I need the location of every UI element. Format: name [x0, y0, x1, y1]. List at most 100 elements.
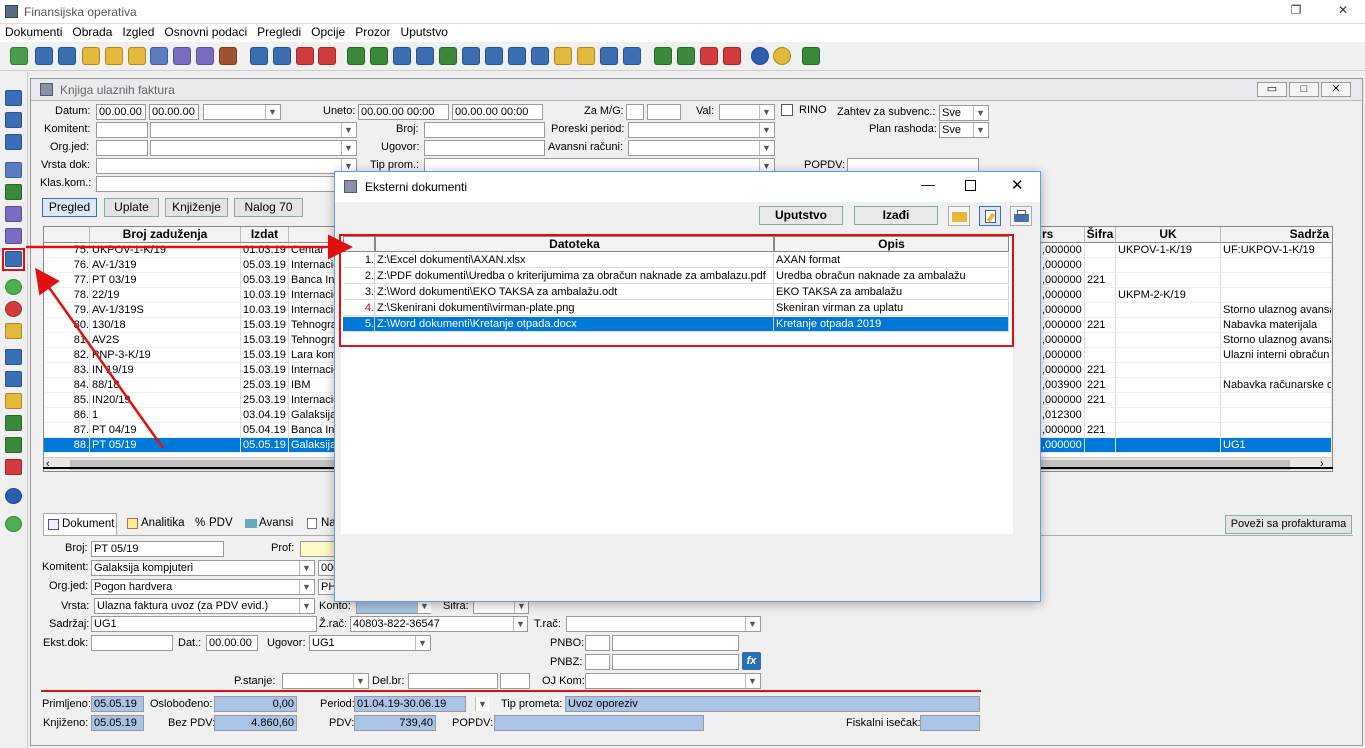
find-icon[interactable]	[531, 47, 549, 65]
restore-icon[interactable]: ❐	[1286, 3, 1306, 19]
chevron-down-icon[interactable]: ▼	[299, 580, 313, 594]
menu-uputstvo[interactable]: Uputstvo	[396, 24, 453, 40]
col-header-rs[interactable]: rs	[1040, 227, 1085, 243]
izadji-button[interactable]: Izađi	[854, 206, 938, 225]
tag-icon[interactable]	[554, 47, 572, 65]
save-all-icon[interactable]	[58, 47, 76, 65]
chevron-down-icon[interactable]: ▼	[745, 617, 759, 631]
import-icon[interactable]	[273, 47, 291, 65]
chevron-down-icon[interactable]: ▼	[973, 123, 987, 137]
menu-dokumenti[interactable]: Dokumenti	[0, 24, 67, 40]
calendar-icon[interactable]	[296, 47, 314, 65]
klas-kom-input[interactable]	[96, 176, 357, 192]
detail-pnbz-model[interactable]	[585, 654, 610, 670]
menu-osnovni-podaci[interactable]: Osnovni podaci	[159, 24, 252, 40]
zamg-g-input[interactable]	[647, 104, 681, 120]
help-icon[interactable]	[5, 488, 22, 504]
db-icon[interactable]	[150, 47, 168, 65]
dialog-minimize-icon[interactable]: —	[921, 176, 935, 192]
chevron-down-icon[interactable]: ▼	[759, 123, 773, 137]
filter-icon[interactable]	[5, 393, 22, 409]
save-icon[interactable]	[5, 90, 22, 106]
upload-icon[interactable]	[439, 47, 457, 65]
help-icon[interactable]	[751, 47, 769, 65]
chevron-down-icon[interactable]: ▼	[745, 674, 759, 688]
detail-zrac-select[interactable]: 40803-822-36547	[350, 616, 528, 632]
detail-pnbz-input[interactable]	[612, 654, 739, 670]
copy-doc-icon[interactable]	[5, 134, 22, 150]
key-icon[interactable]	[508, 47, 526, 65]
chevron-down-icon[interactable]: ▼	[759, 141, 773, 155]
new-doc-icon[interactable]	[10, 47, 28, 65]
detail-pnbo-input[interactable]	[612, 635, 739, 651]
pregled-button[interactable]: Pregled	[42, 198, 97, 217]
detail-orgjed-select[interactable]: Pogon hardvera	[91, 579, 315, 595]
broj-input[interactable]	[424, 122, 545, 138]
nalog-70-button[interactable]: Nalog 70	[234, 198, 303, 217]
col-header-sifra[interactable]: Šifra	[1085, 227, 1116, 243]
col-header-sadrzaj[interactable]: Sadrža	[1221, 227, 1332, 243]
rino-checkbox[interactable]	[781, 104, 793, 116]
orgjed-name-select[interactable]	[150, 140, 357, 156]
heart-icon[interactable]	[318, 47, 336, 65]
save-icon[interactable]	[35, 47, 53, 65]
chart-icon[interactable]	[370, 47, 388, 65]
col-header-izdat[interactable]: Izdat	[241, 227, 289, 243]
komitent-code-input[interactable]	[96, 122, 148, 138]
filter-icon[interactable]	[393, 47, 411, 65]
grid-alt-icon[interactable]	[677, 47, 695, 65]
chevron-down-icon[interactable]: ▼	[415, 636, 429, 650]
external-documents-icon[interactable]	[5, 251, 22, 267]
datum-to-input[interactable]: 00.00.00	[149, 104, 199, 120]
export-icon[interactable]	[250, 47, 268, 65]
chevron-down-icon[interactable]: ▼	[513, 617, 527, 631]
go-icon[interactable]	[5, 516, 22, 532]
tab-dokument[interactable]: Dokument	[43, 513, 117, 535]
close-button[interactable]: ✕	[1321, 82, 1351, 97]
uneto-from-input[interactable]: 00.00.00 00:00	[358, 104, 449, 120]
report-icon[interactable]	[196, 47, 214, 65]
add-icon[interactable]	[5, 279, 22, 295]
menu-pregledi[interactable]: Pregledi	[252, 24, 306, 40]
tab-pdv[interactable]: % PDV	[191, 513, 235, 535]
close-icon[interactable]: ✕	[1333, 3, 1353, 19]
col-header-broj[interactable]: Broj zaduženja	[90, 227, 241, 243]
print-list-icon[interactable]	[5, 184, 22, 200]
uplate-button[interactable]: Uplate	[104, 198, 159, 217]
knjizenje-button[interactable]: Knjiženje	[165, 198, 228, 217]
folder-icon[interactable]	[577, 47, 595, 65]
ugovor-input[interactable]	[424, 140, 545, 156]
chevron-down-icon[interactable]: ▼	[973, 106, 987, 120]
detail-broj-input[interactable]: PT 05/19	[91, 541, 224, 557]
vrsta-dok-select[interactable]	[96, 158, 357, 174]
tab-analitika[interactable]: Analitika	[123, 513, 185, 535]
grid-vscrollbar[interactable]	[1331, 243, 1332, 467]
maximize-button[interactable]: □	[1289, 82, 1319, 97]
edit-document-icon[interactable]	[979, 206, 1001, 226]
dialog-maximize-icon[interactable]	[965, 180, 976, 191]
palette-icon[interactable]	[773, 47, 791, 65]
detail-vrsta-select[interactable]: Ulazna faktura uvoz (za PDV evid.)	[94, 598, 315, 614]
grid-red-icon[interactable]	[5, 459, 22, 475]
settings-icon[interactable]	[5, 228, 22, 244]
menu-opcije[interactable]: Opcije	[306, 24, 350, 40]
open-folder-icon[interactable]	[948, 206, 970, 226]
detail-prof-input[interactable]	[300, 541, 336, 557]
col-header-uk[interactable]: UK	[1116, 227, 1221, 243]
detail-pnbo-model[interactable]	[585, 635, 610, 651]
notes-icon[interactable]	[128, 47, 146, 65]
chevron-down-icon[interactable]: ▼	[353, 674, 367, 688]
chevron-down-icon[interactable]: ▼	[341, 141, 355, 155]
save-as-icon[interactable]	[5, 112, 22, 128]
menu-izgled[interactable]: Izgled	[117, 24, 159, 40]
zamg-m-input[interactable]	[626, 104, 644, 120]
grid-red-icon[interactable]	[700, 47, 718, 65]
chevron-down-icon[interactable]: ▼	[299, 561, 313, 575]
detail-ojkom-select[interactable]	[585, 673, 761, 689]
move-icon[interactable]	[5, 415, 22, 431]
attach-icon[interactable]	[485, 47, 503, 65]
orgjed-code-input[interactable]	[96, 140, 148, 156]
detail-delbr-input[interactable]	[408, 673, 498, 689]
detail-komitent-select[interactable]: Galaksija kompjuteri	[91, 560, 315, 576]
print-icon[interactable]	[219, 47, 237, 65]
